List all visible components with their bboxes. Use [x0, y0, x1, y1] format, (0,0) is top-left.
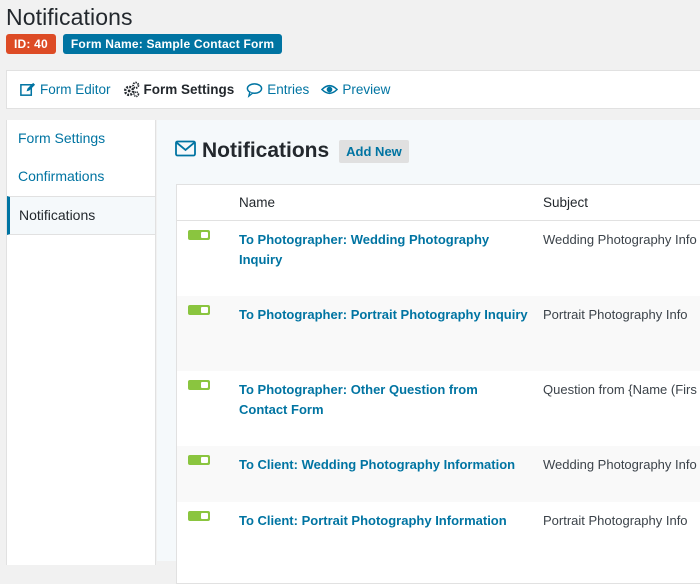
notification-name-link[interactable]: To Photographer: Wedding Photography Inq… — [239, 230, 529, 270]
active-toggle[interactable] — [188, 511, 210, 521]
form-toolbar: Form Editor Form Settings Entries Previe… — [6, 70, 700, 109]
sidebar-item-notifications[interactable]: Notifications — [7, 196, 155, 235]
form-badges: ID: 40 Form Name: Sample Contact Form — [6, 34, 283, 54]
notification-name-link[interactable]: To Client: Wedding Photography Informati… — [239, 455, 529, 475]
page-title: Notifications — [6, 4, 133, 30]
form-name-badge: Form Name: Sample Contact Form — [62, 34, 283, 54]
toolbar-entries-label: Entries — [267, 82, 310, 97]
active-toggle[interactable] — [188, 455, 210, 465]
column-header-subject: Subject — [543, 195, 589, 210]
form-id-badge: ID: 40 — [6, 34, 56, 54]
notification-subject: Portrait Photography Info — [543, 513, 688, 528]
notification-name-link[interactable]: To Client: Portrait Photography Informat… — [239, 511, 529, 531]
active-toggle[interactable] — [188, 230, 210, 240]
notifications-title: Notifications — [202, 139, 330, 162]
column-header-name: Name — [239, 195, 276, 210]
add-new-button[interactable]: Add New — [339, 139, 409, 163]
sidebar-item-form-settings[interactable]: Form Settings — [7, 120, 155, 158]
active-toggle[interactable] — [188, 305, 210, 315]
notification-name-link[interactable]: To Photographer: Other Question from Con… — [239, 380, 529, 420]
sidebar-item-confirmations[interactable]: Confirmations — [7, 158, 155, 196]
toolbar-form-editor[interactable]: Form Editor — [19, 81, 111, 98]
table-row: To Photographer: Other Question from Con… — [177, 371, 700, 446]
notification-subject: Wedding Photography Info — [543, 457, 697, 472]
notification-subject: Portrait Photography Info — [543, 307, 688, 322]
notifications-header: Notifications Add New — [175, 139, 409, 163]
notification-subject: Wedding Photography Info — [543, 232, 697, 247]
notifications-panel: Notifications Add New Name Subject To Ph… — [157, 120, 700, 584]
table-row: To Photographer: Portrait Photography In… — [177, 296, 700, 371]
notifications-table: Name Subject To Photographer: Wedding Ph… — [176, 184, 700, 584]
notification-name-link[interactable]: To Photographer: Portrait Photography In… — [239, 305, 529, 325]
notification-subject: Question from {Name (Firs — [543, 382, 697, 397]
toolbar-form-editor-label: Form Editor — [40, 82, 111, 97]
table-row: To Client: Portrait Photography Informat… — [177, 502, 700, 558]
toolbar-entries[interactable]: Entries — [246, 81, 309, 98]
table-row: To Photographer: Wedding Photography Inq… — [177, 221, 700, 296]
toolbar-preview[interactable]: Preview — [321, 81, 390, 98]
toolbar-preview-label: Preview — [342, 82, 391, 97]
table-row: To Client: Wedding Photography Informati… — [177, 446, 700, 502]
toolbar-form-settings-label: Form Settings — [143, 82, 235, 97]
settings-sidebar: Form Settings Confirmations Notification… — [6, 120, 156, 565]
gears-icon — [123, 81, 140, 98]
table-header: Name Subject — [177, 185, 700, 221]
toolbar-form-settings[interactable]: Form Settings — [123, 81, 235, 98]
envelope-icon — [175, 140, 202, 162]
eye-icon — [321, 81, 339, 98]
active-toggle[interactable] — [188, 380, 210, 390]
edit-icon — [19, 81, 36, 98]
comment-icon — [246, 81, 263, 98]
